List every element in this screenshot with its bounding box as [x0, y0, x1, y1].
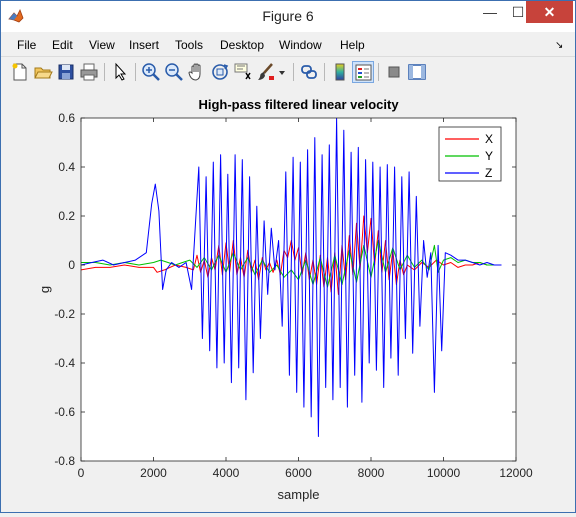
plot-svg: 0 2000 4000 6000 8000 10000 12000 -0.8 -0.6 -0.4 -…	[37, 97, 533, 502]
y-tick-label: 0.4	[58, 160, 75, 174]
hide-plot-tools-icon[interactable]	[383, 61, 405, 83]
save-icon[interactable]	[55, 61, 77, 83]
x-tick-label: 0	[78, 466, 85, 480]
toolbar-separator	[324, 63, 325, 81]
new-figure-icon[interactable]	[9, 61, 31, 83]
toolbar-separator	[135, 63, 136, 81]
menu-view[interactable]: View	[89, 38, 115, 52]
rotate-3d-icon[interactable]	[209, 61, 231, 83]
title-bar[interactable]: Figure 6 — ☐ ✕	[1, 1, 575, 32]
x-tick-label: 6000	[285, 466, 312, 480]
brush-icon[interactable]	[255, 61, 277, 83]
menu-tools[interactable]: Tools	[175, 38, 203, 52]
y-tick-label: -0.6	[54, 405, 75, 419]
figure-toolbar	[1, 56, 575, 88]
menu-overflow-icon[interactable]: ↘	[555, 40, 563, 51]
zoom-out-icon[interactable]	[163, 61, 185, 83]
toolbar-separator	[104, 63, 105, 81]
y-tick-label: 0.6	[58, 111, 75, 125]
y-tick-label: -0.4	[54, 356, 75, 370]
y-axis-label: g	[37, 286, 52, 293]
zoom-in-icon[interactable]	[140, 61, 162, 83]
close-button[interactable]: ✕	[526, 1, 573, 23]
legend[interactable]: XYZ	[438, 126, 502, 182]
minimize-button[interactable]: —	[476, 1, 504, 23]
insert-legend-icon[interactable]	[352, 61, 374, 83]
toolbar-separator	[293, 63, 294, 81]
y-tick-label: 0.2	[58, 209, 75, 223]
menu-file[interactable]: File	[17, 38, 36, 52]
x-tick-label: 2000	[140, 466, 167, 480]
menu-help[interactable]: Help	[340, 38, 365, 52]
show-plot-tools-icon[interactable]	[406, 61, 428, 83]
menu-window[interactable]: Window	[279, 38, 322, 52]
menu-bar: File Edit View Insert Tools Desktop Wind…	[1, 32, 575, 56]
toolbar-separator	[378, 63, 379, 81]
insert-colorbar-icon[interactable]	[329, 61, 351, 83]
legend-label-x: X	[485, 132, 493, 146]
y-tick-label: -0.8	[54, 454, 75, 468]
figure-canvas: 0 2000 4000 6000 8000 10000 12000 -0.8 -0.6 -0.4 -…	[1, 87, 575, 512]
x-tick-label: 4000	[213, 466, 240, 480]
menu-insert[interactable]: Insert	[129, 38, 159, 52]
x-tick-label: 12000	[499, 466, 533, 480]
figure-window: Figure 6 — ☐ ✕ File Edit View Insert Too…	[0, 0, 576, 513]
legend-label-z: Z	[485, 166, 492, 180]
menu-desktop[interactable]: Desktop	[220, 38, 264, 52]
y-tick-label: 0	[68, 258, 75, 272]
pan-icon[interactable]	[186, 61, 208, 83]
x-axis-label: sample	[278, 487, 320, 502]
edit-plot-icon[interactable]	[109, 61, 131, 83]
data-cursor-icon[interactable]	[232, 61, 254, 83]
open-file-icon[interactable]	[32, 61, 54, 83]
y-tick-label: -0.2	[54, 307, 75, 321]
brush-dropdown-icon[interactable]	[277, 61, 287, 83]
chart-title: High-pass filtered linear velocity	[198, 97, 399, 112]
print-icon[interactable]	[78, 61, 100, 83]
x-tick-label: 10000	[427, 466, 461, 480]
link-plot-icon[interactable]	[298, 61, 320, 83]
x-tick-label: 8000	[358, 466, 385, 480]
legend-label-y: Y	[485, 149, 493, 163]
menu-edit[interactable]: Edit	[52, 38, 73, 52]
